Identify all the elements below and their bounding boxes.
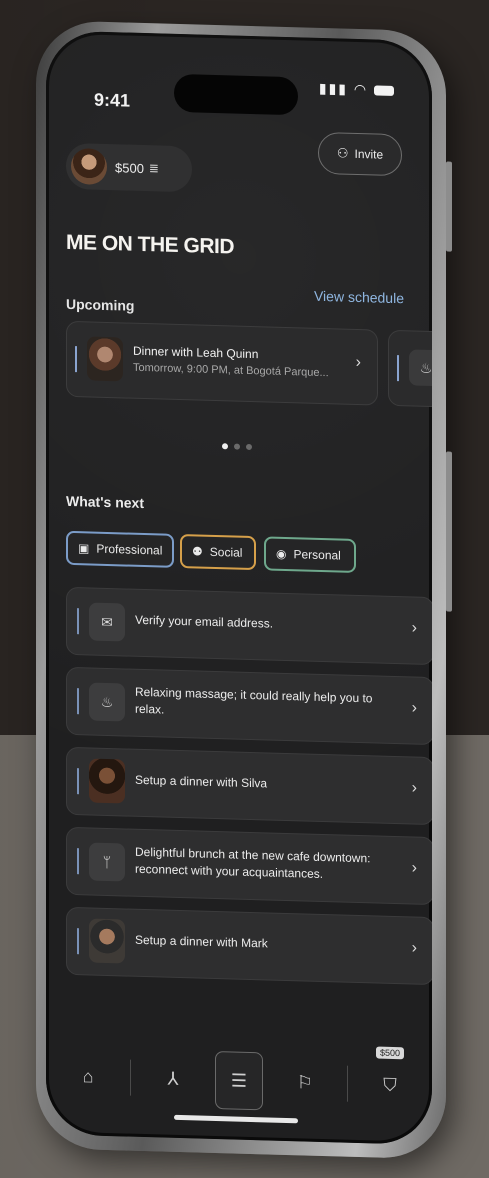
- upcoming-heading: Upcoming: [66, 295, 135, 314]
- briefcase-icon: ▣: [78, 541, 90, 556]
- filter-personal[interactable]: ◉ Personal: [264, 536, 356, 573]
- filter-label: Social: [209, 544, 243, 560]
- whats-next-heading: What's next: [66, 492, 145, 512]
- avatar: [89, 918, 125, 964]
- filter-social[interactable]: ⚉ Social: [180, 534, 256, 571]
- network-icon[interactable]: ⅄: [151, 1056, 195, 1101]
- task-accent-bar: [77, 768, 79, 795]
- page-title: ME ON THE GRID: [66, 230, 235, 259]
- massage-icon: ♨: [409, 349, 432, 387]
- wifi-icon: ◠: [353, 80, 369, 98]
- filter-label: Personal: [293, 547, 341, 563]
- event-subtitle: Tomorrow, 9:00 PM, at Bogotá Parque...: [133, 361, 329, 380]
- coin-stack-icon: ≣: [148, 161, 159, 176]
- view-schedule-link[interactable]: View schedule: [314, 288, 404, 307]
- battery-icon: [374, 85, 394, 97]
- chevron-right-icon: ›: [411, 939, 417, 957]
- phone-frame: 9:41 ▮▮▮ ◠ $500 ≣ ⚇ Invite ME ON THE GRI…: [36, 20, 452, 1160]
- filter-professional[interactable]: ▣ Professional: [66, 530, 174, 568]
- chevron-right-icon: ›: [355, 353, 361, 372]
- filter-label: Professional: [96, 541, 163, 558]
- people-icon: ⚉: [192, 544, 203, 559]
- task-item[interactable]: ✉ Verify your email address. ›: [66, 586, 432, 666]
- tab-bar: ⌂ ⅄ ☰ ⚐ $500 ⛉: [66, 1041, 412, 1121]
- task-text: Setup a dinner with Silva: [135, 772, 268, 791]
- invite-label: Invite: [354, 146, 384, 162]
- person-circle-icon: ◉: [276, 546, 287, 561]
- task-accent-bar: [77, 608, 79, 635]
- cutlery-icon: ᛘ: [89, 842, 125, 882]
- carousel-dots: [222, 443, 252, 451]
- carousel-dot[interactable]: [234, 443, 240, 450]
- shield-plus-icon[interactable]: $500 ⛉: [368, 1046, 412, 1107]
- avatar[interactable]: [71, 147, 107, 185]
- task-accent-bar: [77, 848, 79, 875]
- invite-button[interactable]: ⚇ Invite: [318, 131, 402, 177]
- email-icon: ✉: [89, 602, 125, 642]
- event-avatar: [87, 336, 123, 382]
- carousel-dot[interactable]: [222, 443, 228, 450]
- chevron-right-icon: ›: [411, 779, 417, 797]
- dynamic-island: [174, 73, 298, 116]
- add-person-icon: ⚇: [336, 145, 349, 161]
- chevron-right-icon: ›: [411, 699, 417, 717]
- task-text: Setup a dinner with Mark: [135, 932, 268, 951]
- task-accent-bar: [77, 928, 79, 955]
- tab-badge: $500: [375, 1046, 405, 1060]
- home-icon[interactable]: ⌂: [66, 1054, 110, 1099]
- chevron-right-icon: ›: [411, 859, 417, 877]
- signal-icon: ▮▮▮: [318, 79, 348, 97]
- side-button: [446, 451, 452, 612]
- task-text: Relaxing massage; it could really help y…: [135, 684, 373, 717]
- tab-separator: [347, 1065, 348, 1102]
- list-icon[interactable]: ☰: [215, 1050, 263, 1111]
- status-icons: ▮▮▮ ◠: [319, 80, 394, 99]
- event-accent-bar: [75, 346, 77, 373]
- flag-icon[interactable]: ⚐: [283, 1060, 327, 1105]
- task-accent-bar: [77, 688, 79, 715]
- carousel-dot[interactable]: [246, 443, 252, 451]
- event-card-next[interactable]: ♨: [388, 329, 432, 409]
- phone-screen: 9:41 ▮▮▮ ◠ $500 ≣ ⚇ Invite ME ON THE GRI…: [46, 30, 432, 1146]
- task-item[interactable]: Setup a dinner with Mark ›: [66, 906, 432, 986]
- profile-pill[interactable]: $500 ≣: [66, 142, 192, 193]
- task-text: Delightful brunch at the new cafe downto…: [135, 844, 371, 882]
- task-item[interactable]: Setup a dinner with Silva ›: [66, 746, 432, 826]
- task-item[interactable]: ♨ Relaxing massage; it could really help…: [66, 666, 432, 746]
- event-card[interactable]: Dinner with Leah Quinn Tomorrow, 9:00 PM…: [66, 320, 378, 406]
- avatar: [89, 758, 125, 804]
- massage-icon: ♨: [89, 682, 125, 722]
- event-accent-bar: [397, 355, 399, 382]
- tab-separator: [130, 1059, 131, 1096]
- event-title: Dinner with Leah Quinn: [133, 343, 259, 362]
- task-item[interactable]: ᛘ Delightful brunch at the new cafe down…: [66, 826, 432, 906]
- task-text: Verify your email address.: [135, 612, 274, 631]
- balance: $500: [115, 159, 144, 176]
- status-time: 9:41: [94, 89, 131, 111]
- chevron-right-icon: ›: [411, 619, 417, 637]
- volume-button: [446, 161, 452, 252]
